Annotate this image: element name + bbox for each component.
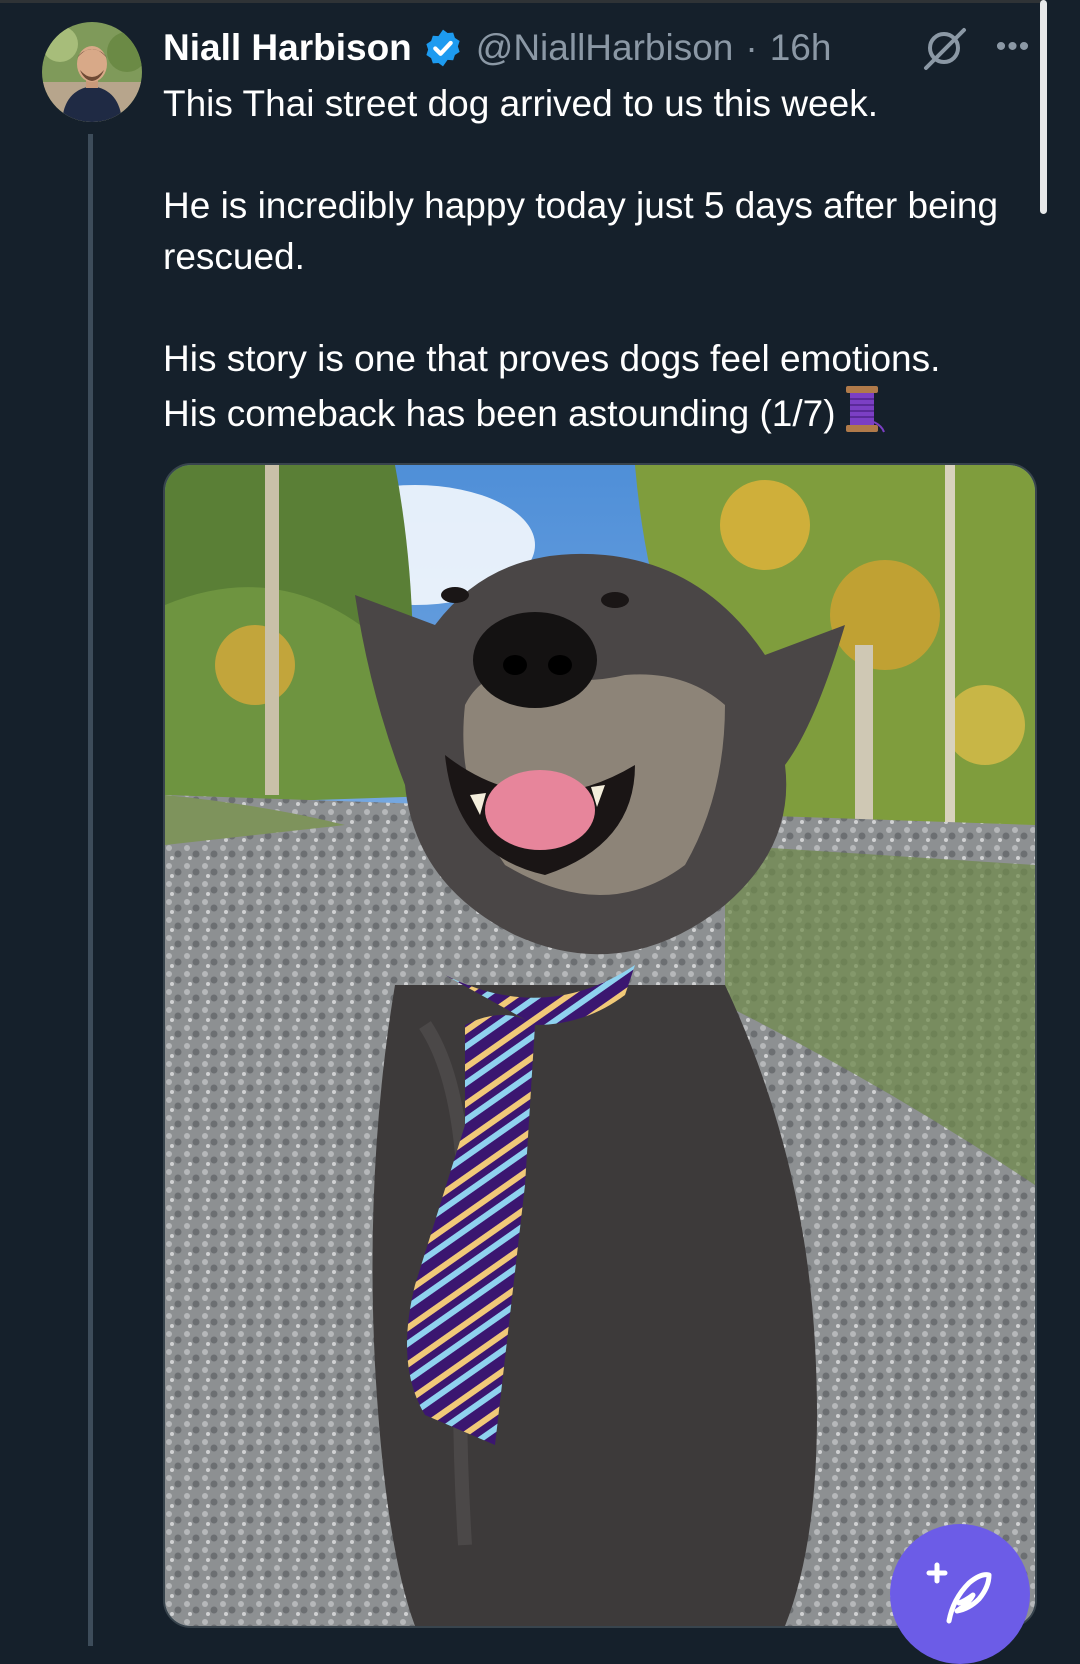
scrollbar[interactable] (1040, 0, 1047, 214)
verified-badge-icon (426, 29, 460, 67)
meta-separator: · (745, 27, 758, 68)
tweet-line-2: He is incredibly happy today just 5 days… (163, 185, 999, 277)
tweet-timestamp[interactable]: 16h (770, 27, 832, 69)
spool-of-thread-icon (845, 386, 885, 433)
top-divider (0, 0, 1045, 3)
tweet-photo-dog[interactable] (163, 463, 1037, 1628)
compose-tweet-icon (926, 1562, 992, 1624)
client-logo-icon (924, 28, 966, 70)
tweet-line-1: This Thai street dog arrived to us this … (163, 83, 878, 124)
author-handle[interactable]: @NiallHarbison (476, 27, 734, 69)
tweet-text: This Thai street dog arrived to us this … (163, 78, 1013, 439)
tweet-line-4: His comeback has been astounding (1/7) (163, 384, 1013, 439)
more-options-icon[interactable]: ••• (990, 27, 1036, 67)
author-name[interactable]: Niall Harbison (163, 27, 412, 69)
compose-tweet-button[interactable] (890, 1524, 1030, 1664)
tweet-line-4-text: His comeback has been astounding (1/7) (163, 393, 836, 434)
thread-connector-line (88, 134, 93, 1646)
author-avatar[interactable] (42, 22, 142, 122)
tweet-header: Niall Harbison @NiallHarbison · 16h (163, 20, 831, 76)
tweet-line-3: His story is one that proves dogs feel e… (163, 338, 941, 379)
